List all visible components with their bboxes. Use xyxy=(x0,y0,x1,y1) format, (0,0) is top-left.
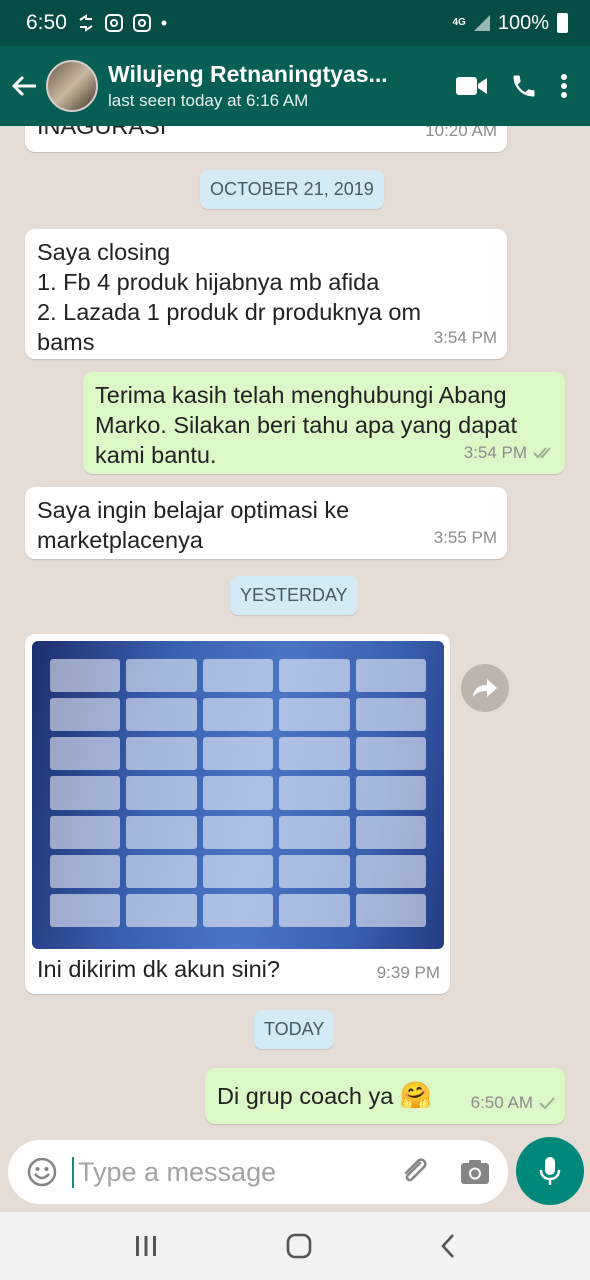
delivered-check-icon xyxy=(539,1097,555,1110)
message-meta: 10:20 AM xyxy=(425,126,497,146)
camera-icon[interactable] xyxy=(460,1159,490,1185)
dot-icon: • xyxy=(160,12,168,33)
instagram-icon xyxy=(132,14,151,32)
message-input[interactable]: Type a message xyxy=(72,1156,398,1188)
recent-apps-icon[interactable] xyxy=(134,1235,158,1257)
message-meta: 3:54 PM xyxy=(464,438,555,468)
last-seen: last seen today at 6:16 AM xyxy=(108,91,309,110)
message-meta: 9:39 PM xyxy=(377,958,440,988)
message-meta: 3:55 PM xyxy=(434,523,497,553)
back-button[interactable] xyxy=(2,46,46,126)
message-outgoing[interactable]: Di grup coach ya 🤗 6:50 AM xyxy=(205,1068,565,1124)
date-chip: TODAY xyxy=(254,1010,335,1049)
chat-header: Wilujeng Retnaningtyas... last seen toda… xyxy=(0,46,590,126)
system-navigation-bar xyxy=(0,1212,590,1280)
network-type: 4G xyxy=(452,17,466,28)
message-line: 1. Fb 4 produk hijabnya mb afida xyxy=(37,269,380,295)
forward-icon xyxy=(473,679,497,697)
microphone-icon xyxy=(539,1157,561,1185)
message-line: Saya closing xyxy=(37,239,171,265)
voice-call-icon[interactable] xyxy=(510,72,538,100)
message-time: 9:39 PM xyxy=(376,963,440,982)
date-chip: OCTOBER 21, 2019 xyxy=(200,170,384,209)
voice-message-button[interactable] xyxy=(516,1137,584,1205)
message-line: bams xyxy=(37,329,95,355)
video-call-icon[interactable] xyxy=(456,75,488,97)
message-meta: 6:50 AM xyxy=(471,1088,555,1118)
home-icon[interactable] xyxy=(286,1233,312,1259)
photo-content xyxy=(50,659,426,927)
message-time: 3:54 PM xyxy=(433,328,497,347)
message-line: marketplacenya xyxy=(37,527,203,553)
message-incoming[interactable]: INAGURASI 10:20 AM xyxy=(25,126,507,152)
message-time: 3:55 PM xyxy=(433,528,497,547)
battery-level: 100% xyxy=(497,11,549,34)
message-line: Marko. Silakan beri tahu apa yang dapat xyxy=(95,412,517,438)
status-time: 6:50 xyxy=(26,11,67,34)
message-incoming-image[interactable]: Ini dikirim dk akun sini? 9:39 PM xyxy=(25,634,450,994)
message-meta: 3:54 PM xyxy=(434,323,497,353)
attached-photo[interactable] xyxy=(32,641,444,949)
date-chip: YESTERDAY xyxy=(230,576,358,615)
emoji-icon[interactable] xyxy=(26,1156,58,1188)
message-line: Terima kasih telah menghubungi Abang xyxy=(95,382,507,408)
contact-info[interactable]: Wilujeng Retnaningtyas... last seen toda… xyxy=(108,61,456,111)
message-time: 3:54 PM xyxy=(463,443,527,462)
contact-avatar[interactable] xyxy=(46,60,98,112)
chat-area[interactable]: INAGURASI 10:20 AM OCTOBER 21, 2019 Saya… xyxy=(0,126,590,1136)
attach-icon[interactable] xyxy=(398,1155,432,1189)
message-time: 6:50 AM xyxy=(470,1093,533,1112)
status-bar: 6:50 • 4G 100% xyxy=(0,0,590,46)
message-text: INAGURASI xyxy=(37,126,167,139)
message-time: 10:20 AM xyxy=(425,126,497,140)
message-outgoing[interactable]: Terima kasih telah menghubungi Abang Mar… xyxy=(83,372,565,474)
message-text: Di grup coach ya xyxy=(217,1083,394,1109)
forward-button[interactable] xyxy=(461,664,509,712)
hug-emoji: 🤗 xyxy=(399,1080,433,1110)
image-caption: Ini dikirim dk akun sini? xyxy=(37,956,280,982)
back-nav-icon[interactable] xyxy=(440,1233,456,1259)
more-options-icon[interactable] xyxy=(560,73,568,99)
contact-name: Wilujeng Retnaningtyas... xyxy=(108,61,388,87)
instagram-icon xyxy=(104,14,123,32)
message-incoming[interactable]: Saya closing 1. Fb 4 produk hijabnya mb … xyxy=(25,229,507,359)
message-incoming[interactable]: Saya ingin belajar optimasi ke marketpla… xyxy=(25,487,507,559)
battery-icon xyxy=(557,13,568,33)
signal-icon xyxy=(473,15,490,31)
message-line: Saya ingin belajar optimasi ke xyxy=(37,497,350,523)
message-composer: Type a message xyxy=(8,1140,508,1204)
message-line: 2. Lazada 1 produk dr produknya om xyxy=(37,299,422,325)
read-receipt-icon xyxy=(533,447,551,459)
arrow-back-icon xyxy=(11,75,36,97)
data-saver-icon xyxy=(79,14,93,32)
